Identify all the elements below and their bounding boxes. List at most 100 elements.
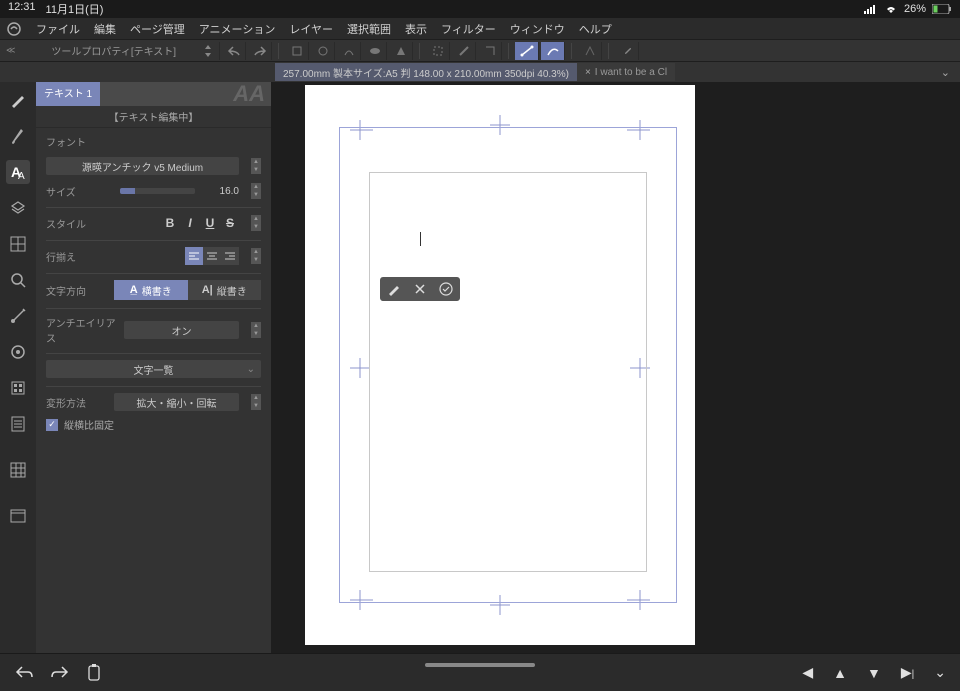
text-tool-icon[interactable]: AA [6, 160, 30, 184]
signal-icon [864, 4, 878, 14]
menu-filter[interactable]: フィルター [441, 21, 496, 37]
material-icon[interactable] [6, 340, 30, 364]
pen-tool-icon[interactable] [6, 88, 30, 112]
grid-icon[interactable] [6, 232, 30, 256]
align-right-button[interactable] [221, 247, 239, 265]
chevron-down-icon[interactable]: ⌄ [931, 66, 960, 79]
menu-bar: ファイル 編集 ページ管理 アニメーション レイヤー 選択範囲 表示 フィルター… [0, 18, 960, 40]
direction-label: 文字方向 [46, 283, 106, 298]
menu-view[interactable]: 表示 [405, 21, 427, 37]
undo-icon[interactable] [222, 42, 246, 60]
vertical-a-icon: A| [202, 284, 213, 296]
transform-select[interactable]: 拡大・縮小・回転 [114, 393, 239, 411]
underline-button[interactable]: U [201, 214, 219, 232]
menu-file[interactable]: ファイル [36, 21, 80, 37]
next-page-icon[interactable]: ▶| [901, 664, 914, 681]
bottom-bar: ◀ ▲ ▼ ▶| ⌄ [0, 653, 960, 691]
horizontal-a-icon: A̲ [130, 284, 138, 296]
align-center-button[interactable] [203, 247, 221, 265]
align-label: 行揃え [46, 249, 106, 264]
trim-frame [369, 172, 647, 572]
redo-icon[interactable] [248, 42, 272, 60]
tool-icon-6[interactable] [426, 42, 450, 60]
horizontal-button[interactable]: A̲ 横書き [114, 280, 188, 300]
font-label: フォント [46, 134, 106, 149]
layers-icon[interactable] [6, 196, 30, 220]
prev-page-icon[interactable]: ◀ [802, 664, 813, 681]
aspect-lock-checkbox[interactable]: ✓ [46, 419, 58, 431]
antialias-label: アンチエイリアス [46, 315, 116, 345]
undo-bottom-icon[interactable] [14, 664, 34, 682]
curve-tool-icon[interactable] [541, 42, 565, 60]
menu-page[interactable]: ページ管理 [130, 21, 185, 37]
redo-bottom-icon[interactable] [50, 664, 70, 682]
antialias-select[interactable]: オン [124, 321, 239, 339]
text-input-cursor [420, 232, 421, 246]
font-spinner[interactable]: ▲▼ [251, 158, 261, 174]
char-list-button[interactable]: 文字一覧⌄ [46, 360, 261, 378]
tool-icon-9[interactable] [578, 42, 602, 60]
table-icon[interactable] [6, 458, 30, 482]
quick-access-icon[interactable] [6, 304, 30, 328]
menu-window[interactable]: ウィンドウ [510, 21, 565, 37]
up-icon[interactable]: ▲ [833, 665, 847, 681]
transform-spinner[interactable]: ▲▼ [251, 394, 261, 410]
menu-layer[interactable]: レイヤー [289, 21, 333, 37]
status-time: 12:31 [8, 1, 36, 17]
close-icon[interactable]: × [585, 67, 591, 78]
battery-icon [932, 4, 952, 14]
home-indicator[interactable] [425, 663, 535, 667]
transform-label: 変形方法 [46, 395, 106, 410]
size-label: サイズ [46, 184, 106, 199]
chevron-left-icon[interactable]: ≪ [0, 45, 21, 56]
tool-icon-7[interactable] [452, 42, 476, 60]
menu-help[interactable]: ヘルプ [579, 21, 612, 37]
aa-spinner[interactable]: ▲▼ [251, 322, 261, 338]
style-label: スタイル [46, 216, 106, 231]
aspect-lock-label: 縦横比固定 [64, 417, 114, 432]
document-tab-bar: 257.00mm 製本サイズ:A5 判 148.00 x 210.00mm 35… [0, 62, 960, 82]
app-logo-icon[interactable] [6, 21, 22, 37]
document-tab-active[interactable]: 257.00mm 製本サイズ:A5 判 148.00 x 210.00mm 35… [275, 63, 577, 81]
window-icon[interactable] [6, 504, 30, 528]
size-value[interactable]: 16.0 [209, 186, 239, 197]
text-floating-toolbar [380, 277, 460, 301]
vertical-button[interactable]: A| 縦書き [188, 280, 262, 300]
cancel-icon[interactable] [412, 281, 428, 297]
clipboard-icon[interactable] [86, 664, 102, 682]
tool-icon-3[interactable] [337, 42, 361, 60]
wifi-icon [884, 4, 898, 14]
tool-icon-1[interactable] [285, 42, 309, 60]
line-tool-icon[interactable] [515, 42, 539, 60]
style-spinner[interactable]: ▲▼ [251, 215, 261, 231]
document-tab-2[interactable]: × I want to be a Cl [577, 63, 675, 81]
wrench-icon[interactable] [615, 42, 639, 60]
font-select[interactable]: 源暎アンチック v5 Medium [46, 157, 239, 175]
tool-icon-5[interactable] [389, 42, 413, 60]
brush-tool-icon[interactable] [6, 124, 30, 148]
size-slider[interactable] [120, 188, 195, 194]
page-icon[interactable] [6, 412, 30, 436]
italic-button[interactable]: I [181, 214, 199, 232]
search-icon[interactable] [6, 268, 30, 292]
align-spinner[interactable]: ▲▼ [251, 248, 261, 264]
tool-icon-2[interactable] [311, 42, 335, 60]
align-left-button[interactable] [185, 247, 203, 265]
svg-text:A: A [18, 171, 25, 181]
subtool-tab[interactable]: テキスト 1 [36, 82, 100, 106]
down-icon[interactable]: ▼ [867, 665, 881, 681]
updown-icon[interactable] [196, 42, 220, 60]
edit-icon[interactable] [386, 281, 402, 297]
menu-animation[interactable]: アニメーション [199, 21, 276, 37]
confirm-icon[interactable] [438, 281, 454, 297]
size-spinner[interactable]: ▲▼ [251, 183, 261, 199]
canvas-area[interactable] [271, 82, 960, 653]
tool-icon-4[interactable] [363, 42, 387, 60]
strike-button[interactable]: S [221, 214, 239, 232]
menu-selection[interactable]: 選択範囲 [347, 21, 391, 37]
calc-icon[interactable] [6, 376, 30, 400]
chevron-down-bottom-icon[interactable]: ⌄ [934, 664, 946, 681]
menu-edit[interactable]: 編集 [94, 21, 116, 37]
tool-icon-8[interactable] [478, 42, 502, 60]
bold-button[interactable]: B [161, 214, 179, 232]
